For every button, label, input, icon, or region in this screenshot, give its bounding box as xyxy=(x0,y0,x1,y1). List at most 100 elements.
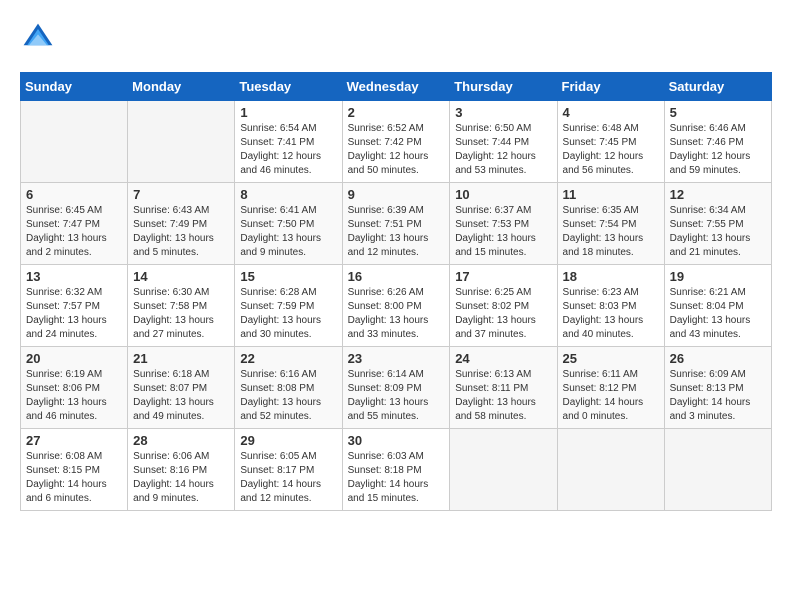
calendar-cell: 13 Sunrise: 6:32 AMSunset: 7:57 PMDayligh… xyxy=(21,265,128,347)
logo-icon xyxy=(20,20,56,56)
day-info: Sunrise: 6:32 AMSunset: 7:57 PMDaylight:… xyxy=(26,286,122,342)
day-number: 23 xyxy=(348,351,445,366)
logo xyxy=(20,20,60,56)
calendar-week-5: 27 Sunrise: 6:08 AMSunset: 8:15 PMDayligh… xyxy=(21,429,772,511)
day-number: 4 xyxy=(563,105,659,120)
day-info: Sunrise: 6:11 AMSunset: 8:12 PMDaylight:… xyxy=(563,368,659,424)
day-number: 9 xyxy=(348,187,445,202)
day-info: Sunrise: 6:18 AMSunset: 8:07 PMDaylight:… xyxy=(133,368,229,424)
calendar-cell: 24 Sunrise: 6:13 AMSunset: 8:11 PMDayligh… xyxy=(450,347,557,429)
calendar-week-1: 1 Sunrise: 6:54 AMSunset: 7:41 PMDaylight… xyxy=(21,101,772,183)
calendar-cell: 8 Sunrise: 6:41 AMSunset: 7:50 PMDaylight… xyxy=(235,183,342,265)
calendar-cell: 27 Sunrise: 6:08 AMSunset: 8:15 PMDayligh… xyxy=(21,429,128,511)
day-number: 25 xyxy=(563,351,659,366)
calendar-week-3: 13 Sunrise: 6:32 AMSunset: 7:57 PMDayligh… xyxy=(21,265,772,347)
calendar-cell: 28Sunrise: 6:06 AMSunset: 8:16 PMDayligh… xyxy=(128,429,235,511)
day-info: Sunrise: 6:09 AMSunset: 8:13 PMDaylight:… xyxy=(670,368,766,424)
day-number: 15 xyxy=(240,269,336,284)
calendar-cell: 20Sunrise: 6:19 AMSunset: 8:06 PMDayligh… xyxy=(21,347,128,429)
day-number: 1 xyxy=(240,105,336,120)
day-info: Sunrise: 6:52 AMSunset: 7:42 PMDaylight:… xyxy=(348,122,445,178)
day-number: 10 xyxy=(455,187,551,202)
day-info: Sunrise: 6:34 AMSunset: 7:55 PMDaylight:… xyxy=(670,204,766,260)
calendar-cell xyxy=(557,429,664,511)
calendar-cell: 11 Sunrise: 6:35 AMSunset: 7:54 PMDayligh… xyxy=(557,183,664,265)
day-number: 16 xyxy=(348,269,445,284)
day-number: 12 xyxy=(670,187,766,202)
weekday-header-saturday: Saturday xyxy=(664,73,771,101)
day-info: Sunrise: 6:14 AMSunset: 8:09 PMDaylight:… xyxy=(348,368,445,424)
calendar-cell: 18 Sunrise: 6:23 AMSunset: 8:03 PMDayligh… xyxy=(557,265,664,347)
day-info: Sunrise: 6:21 AMSunset: 8:04 PMDaylight:… xyxy=(670,286,766,342)
day-info: Sunrise: 6:13 AMSunset: 8:11 PMDaylight:… xyxy=(455,368,551,424)
day-number: 27 xyxy=(26,433,122,448)
day-number: 21 xyxy=(133,351,229,366)
calendar-cell: 16 Sunrise: 6:26 AMSunset: 8:00 PMDayligh… xyxy=(342,265,450,347)
calendar-cell: 9 Sunrise: 6:39 AMSunset: 7:51 PMDaylight… xyxy=(342,183,450,265)
day-info: Sunrise: 6:39 AMSunset: 7:51 PMDaylight:… xyxy=(348,204,445,260)
calendar-cell: 7Sunrise: 6:43 AMSunset: 7:49 PMDaylight… xyxy=(128,183,235,265)
calendar-cell xyxy=(128,101,235,183)
day-info: Sunrise: 6:30 AMSunset: 7:58 PMDaylight:… xyxy=(133,286,229,342)
day-number: 2 xyxy=(348,105,445,120)
day-info: Sunrise: 6:43 AMSunset: 7:49 PMDaylight:… xyxy=(133,204,229,260)
day-info: Sunrise: 6:54 AMSunset: 7:41 PMDaylight:… xyxy=(240,122,336,178)
calendar-cell: 1 Sunrise: 6:54 AMSunset: 7:41 PMDaylight… xyxy=(235,101,342,183)
day-info: Sunrise: 6:35 AMSunset: 7:54 PMDaylight:… xyxy=(563,204,659,260)
calendar-cell: 2 Sunrise: 6:52 AMSunset: 7:42 PMDaylight… xyxy=(342,101,450,183)
day-number: 29 xyxy=(240,433,336,448)
weekday-header-tuesday: Tuesday xyxy=(235,73,342,101)
calendar-cell: 23 Sunrise: 6:14 AMSunset: 8:09 PMDayligh… xyxy=(342,347,450,429)
day-info: Sunrise: 6:50 AMSunset: 7:44 PMDaylight:… xyxy=(455,122,551,178)
day-number: 20 xyxy=(26,351,122,366)
day-info: Sunrise: 6:03 AMSunset: 8:18 PMDaylight:… xyxy=(348,450,445,506)
day-number: 14 xyxy=(133,269,229,284)
day-info: Sunrise: 6:25 AMSunset: 8:02 PMDaylight:… xyxy=(455,286,551,342)
day-info: Sunrise: 6:26 AMSunset: 8:00 PMDaylight:… xyxy=(348,286,445,342)
calendar-cell: 10 Sunrise: 6:37 AMSunset: 7:53 PMDayligh… xyxy=(450,183,557,265)
day-number: 30 xyxy=(348,433,445,448)
day-info: Sunrise: 6:06 AMSunset: 8:16 PMDaylight:… xyxy=(133,450,229,506)
day-number: 17 xyxy=(455,269,551,284)
calendar-cell: 4 Sunrise: 6:48 AMSunset: 7:45 PMDaylight… xyxy=(557,101,664,183)
calendar-table: SundayMondayTuesdayWednesdayThursdayFrid… xyxy=(20,72,772,511)
day-info: Sunrise: 6:41 AMSunset: 7:50 PMDaylight:… xyxy=(240,204,336,260)
weekday-header-wednesday: Wednesday xyxy=(342,73,450,101)
calendar-cell: 22Sunrise: 6:16 AMSunset: 8:08 PMDayligh… xyxy=(235,347,342,429)
day-number: 5 xyxy=(670,105,766,120)
day-number: 18 xyxy=(563,269,659,284)
calendar-cell: 12 Sunrise: 6:34 AMSunset: 7:55 PMDayligh… xyxy=(664,183,771,265)
calendar-cell: 15 Sunrise: 6:28 AMSunset: 7:59 PMDayligh… xyxy=(235,265,342,347)
calendar-cell xyxy=(450,429,557,511)
calendar-week-4: 20Sunrise: 6:19 AMSunset: 8:06 PMDayligh… xyxy=(21,347,772,429)
day-info: Sunrise: 6:16 AMSunset: 8:08 PMDaylight:… xyxy=(240,368,336,424)
calendar-cell: 30 Sunrise: 6:03 AMSunset: 8:18 PMDayligh… xyxy=(342,429,450,511)
calendar-cell: 26Sunrise: 6:09 AMSunset: 8:13 PMDayligh… xyxy=(664,347,771,429)
day-info: Sunrise: 6:23 AMSunset: 8:03 PMDaylight:… xyxy=(563,286,659,342)
calendar-cell xyxy=(21,101,128,183)
calendar-cell: 14 Sunrise: 6:30 AMSunset: 7:58 PMDayligh… xyxy=(128,265,235,347)
day-info: Sunrise: 6:08 AMSunset: 8:15 PMDaylight:… xyxy=(26,450,122,506)
day-info: Sunrise: 6:46 AMSunset: 7:46 PMDaylight:… xyxy=(670,122,766,178)
day-number: 13 xyxy=(26,269,122,284)
calendar-cell: 21 Sunrise: 6:18 AMSunset: 8:07 PMDayligh… xyxy=(128,347,235,429)
calendar-cell: 5 Sunrise: 6:46 AMSunset: 7:46 PMDaylight… xyxy=(664,101,771,183)
day-number: 19 xyxy=(670,269,766,284)
weekday-header-friday: Friday xyxy=(557,73,664,101)
day-info: Sunrise: 6:05 AMSunset: 8:17 PMDaylight:… xyxy=(240,450,336,506)
day-info: Sunrise: 6:37 AMSunset: 7:53 PMDaylight:… xyxy=(455,204,551,260)
day-info: Sunrise: 6:45 AMSunset: 7:47 PMDaylight:… xyxy=(26,204,122,260)
weekday-header-monday: Monday xyxy=(128,73,235,101)
calendar-body: 1 Sunrise: 6:54 AMSunset: 7:41 PMDaylight… xyxy=(21,101,772,511)
page-header xyxy=(20,20,772,56)
calendar-cell: 17 Sunrise: 6:25 AMSunset: 8:02 PMDayligh… xyxy=(450,265,557,347)
day-info: Sunrise: 6:48 AMSunset: 7:45 PMDaylight:… xyxy=(563,122,659,178)
day-number: 24 xyxy=(455,351,551,366)
day-info: Sunrise: 6:28 AMSunset: 7:59 PMDaylight:… xyxy=(240,286,336,342)
day-number: 8 xyxy=(240,187,336,202)
day-number: 3 xyxy=(455,105,551,120)
calendar-cell: 19 Sunrise: 6:21 AMSunset: 8:04 PMDayligh… xyxy=(664,265,771,347)
calendar-cell: 3 Sunrise: 6:50 AMSunset: 7:44 PMDaylight… xyxy=(450,101,557,183)
day-number: 11 xyxy=(563,187,659,202)
calendar-cell: 6Sunrise: 6:45 AMSunset: 7:47 PMDaylight… xyxy=(21,183,128,265)
